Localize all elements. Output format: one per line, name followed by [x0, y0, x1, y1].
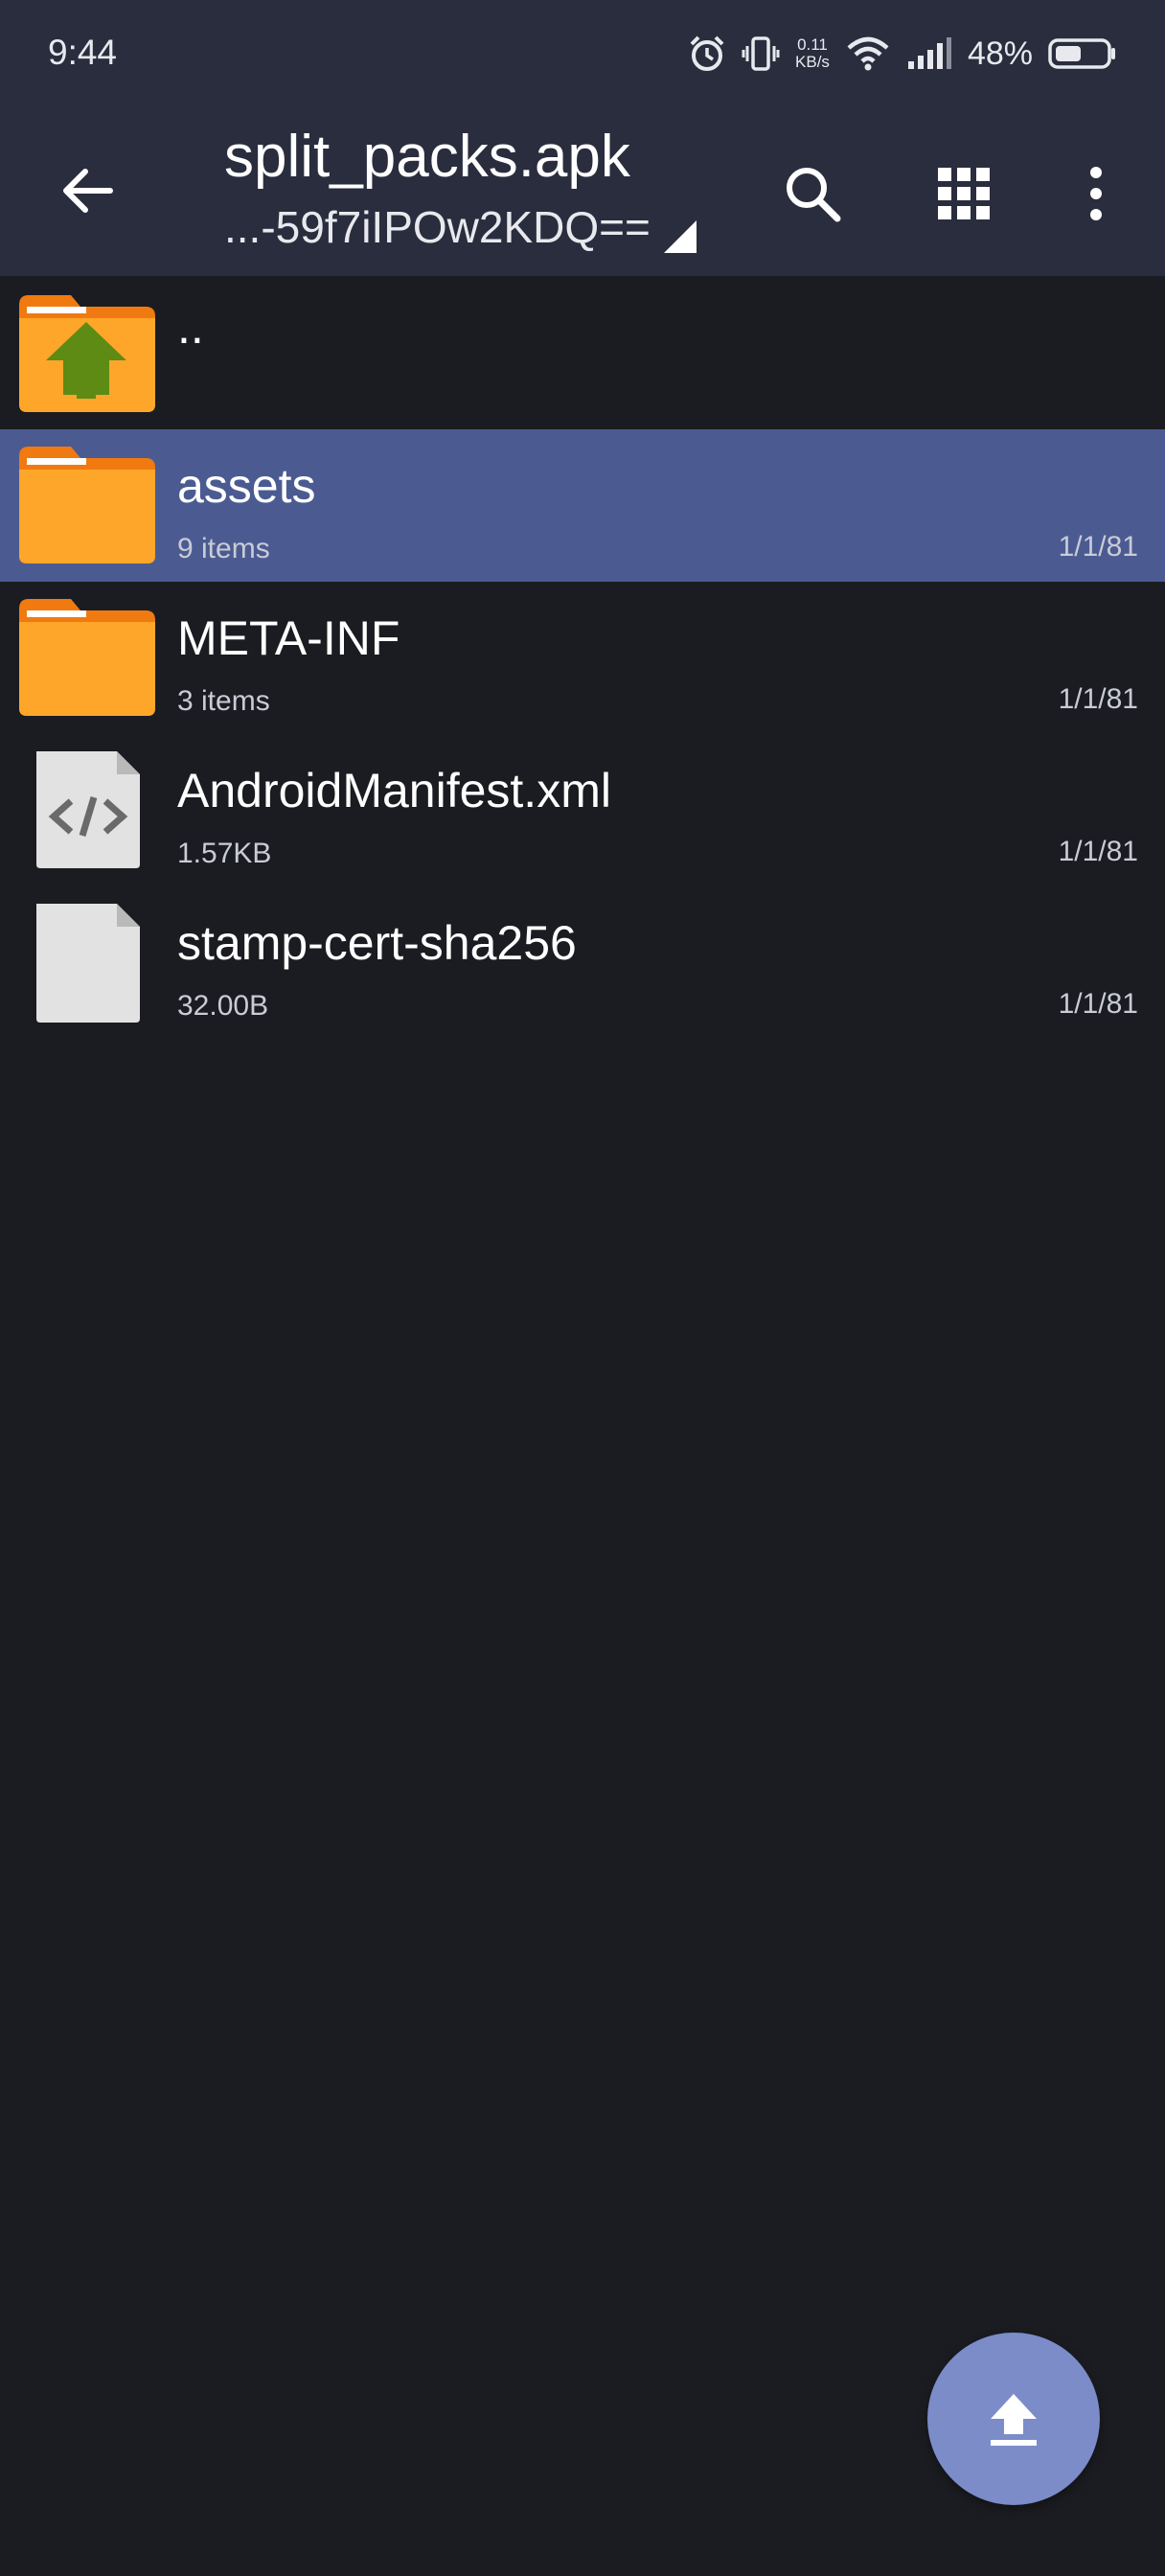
- back-arrow-icon: [63, 169, 113, 213]
- status-bar: 9:44 0.11 KB/s 48%: [0, 0, 1165, 107]
- grid-view-button[interactable]: [925, 155, 1002, 232]
- alarm-icon: [688, 34, 726, 73]
- file-icon: [36, 904, 140, 1023]
- file-name: AndroidManifest.xml: [177, 764, 611, 817]
- more-options-button[interactable]: [1058, 155, 1134, 232]
- battery-icon: [1048, 36, 1117, 71]
- status-icons: 0.11 KB/s 48%: [688, 29, 1117, 79]
- file-list: .. assets 9 items 1/1/81 META-INF 3 item…: [0, 278, 1165, 1045]
- file-name: ..: [177, 300, 204, 354]
- net-speed-value: 0.11: [797, 35, 828, 54]
- list-item-parent-folder[interactable]: ..: [0, 278, 1165, 429]
- net-speed-unit: KB/s: [795, 53, 830, 71]
- app-bar: split_packs.apk ...-59f7iIPOw2KDQ==: [0, 107, 1165, 276]
- dropdown-triangle-icon: [663, 220, 697, 253]
- grid-view-icon: [938, 168, 990, 219]
- search-button[interactable]: [774, 155, 851, 232]
- list-item-meta-inf[interactable]: META-INF 3 items 1/1/81: [0, 582, 1165, 734]
- file-meta: 1.57KB: [177, 838, 272, 869]
- upload-fab-button[interactable]: [927, 2333, 1100, 2505]
- file-name: META-INF: [177, 611, 400, 665]
- folder-icon: [19, 447, 155, 564]
- file-date: 1/1/81: [1058, 988, 1138, 1020]
- path-subtitle: ...-59f7iIPOw2KDQ==: [224, 202, 651, 252]
- path-selector[interactable]: ...-59f7iIPOw2KDQ==: [224, 201, 697, 253]
- wifi-icon: [845, 34, 891, 73]
- more-vert-icon: [1090, 167, 1102, 220]
- parent-folder-icon: [19, 295, 155, 412]
- xml-file-icon: [36, 751, 140, 868]
- battery-percent: 48%: [967, 34, 1033, 72]
- file-meta: 9 items: [177, 533, 270, 564]
- list-divider: [0, 1039, 1165, 1045]
- signal-icon: [906, 34, 952, 73]
- search-icon: [787, 168, 841, 222]
- page-title: split_packs.apk: [224, 124, 630, 190]
- list-item-androidmanifest[interactable]: AndroidManifest.xml 1.57KB 1/1/81: [0, 734, 1165, 886]
- file-name: assets: [177, 459, 316, 513]
- file-name: stamp-cert-sha256: [177, 916, 577, 970]
- file-meta: 3 items: [177, 685, 270, 717]
- net-speed: 0.11 KB/s: [795, 36, 830, 71]
- folder-icon: [19, 599, 155, 716]
- list-item-stamp-cert[interactable]: stamp-cert-sha256 32.00B 1/1/81: [0, 886, 1165, 1039]
- file-date: 1/1/81: [1058, 531, 1138, 563]
- list-item-assets[interactable]: assets 9 items 1/1/81: [0, 429, 1165, 582]
- file-meta: 32.00B: [177, 990, 269, 1022]
- upload-icon: [991, 2394, 1037, 2446]
- status-time: 9:44: [48, 33, 118, 72]
- vibrate-icon: [742, 34, 780, 73]
- file-date: 1/1/81: [1058, 836, 1138, 867]
- back-button[interactable]: [54, 157, 121, 224]
- file-date: 1/1/81: [1058, 683, 1138, 715]
